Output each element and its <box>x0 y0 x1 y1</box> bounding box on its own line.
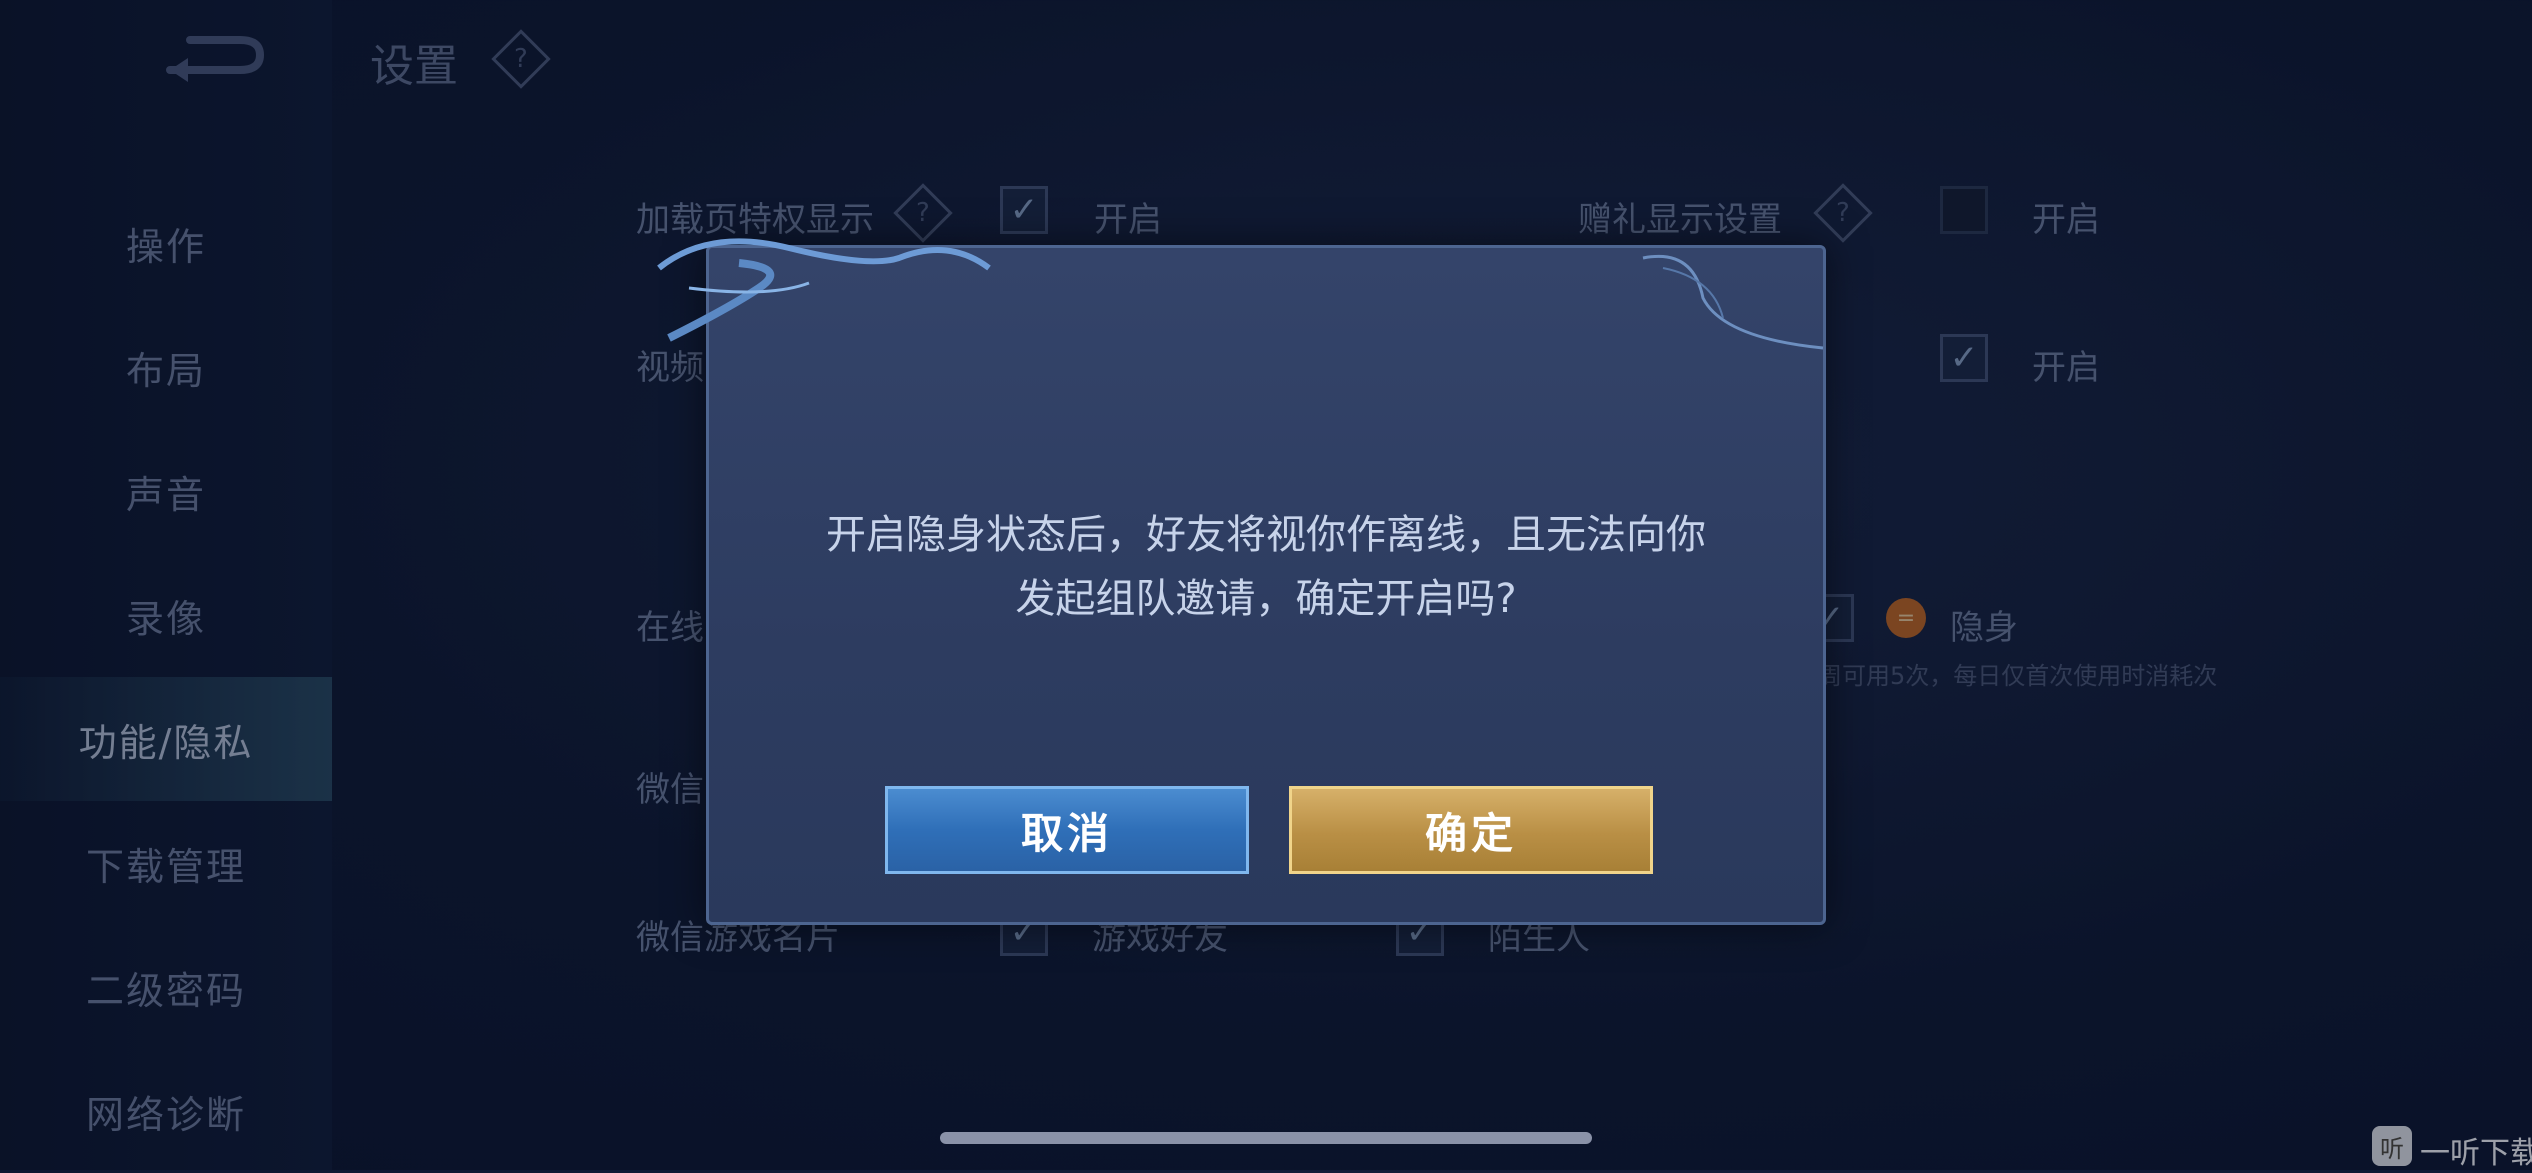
confirm-button[interactable]: 确定 <box>1289 786 1653 874</box>
watermark: 听 一听下载 <box>2372 1122 2532 1171</box>
cancel-button[interactable]: 取消 <box>885 786 1249 874</box>
watermark-logo-icon: 听 <box>2372 1126 2412 1166</box>
cloud-ornament-icon <box>1642 254 1824 350</box>
cloud-ornament-icon <box>657 238 991 342</box>
confirm-dialog: 开启隐身状态后，好友将视你作离线，且无法向你 发起组队邀请，确定开启吗? 取消 … <box>657 238 1826 925</box>
dialog-message-line: 发起组队邀请，确定开启吗? <box>1015 576 1517 622</box>
dialog-message-line: 开启隐身状态后，好友将视你作离线，且无法向你 <box>826 512 1706 558</box>
watermark-text: 一听下载 <box>2420 1136 2532 1171</box>
home-indicator[interactable] <box>940 1132 1592 1144</box>
dialog-message: 开启隐身状态后，好友将视你作离线，且无法向你 发起组队邀请，确定开启吗? <box>709 503 1823 631</box>
